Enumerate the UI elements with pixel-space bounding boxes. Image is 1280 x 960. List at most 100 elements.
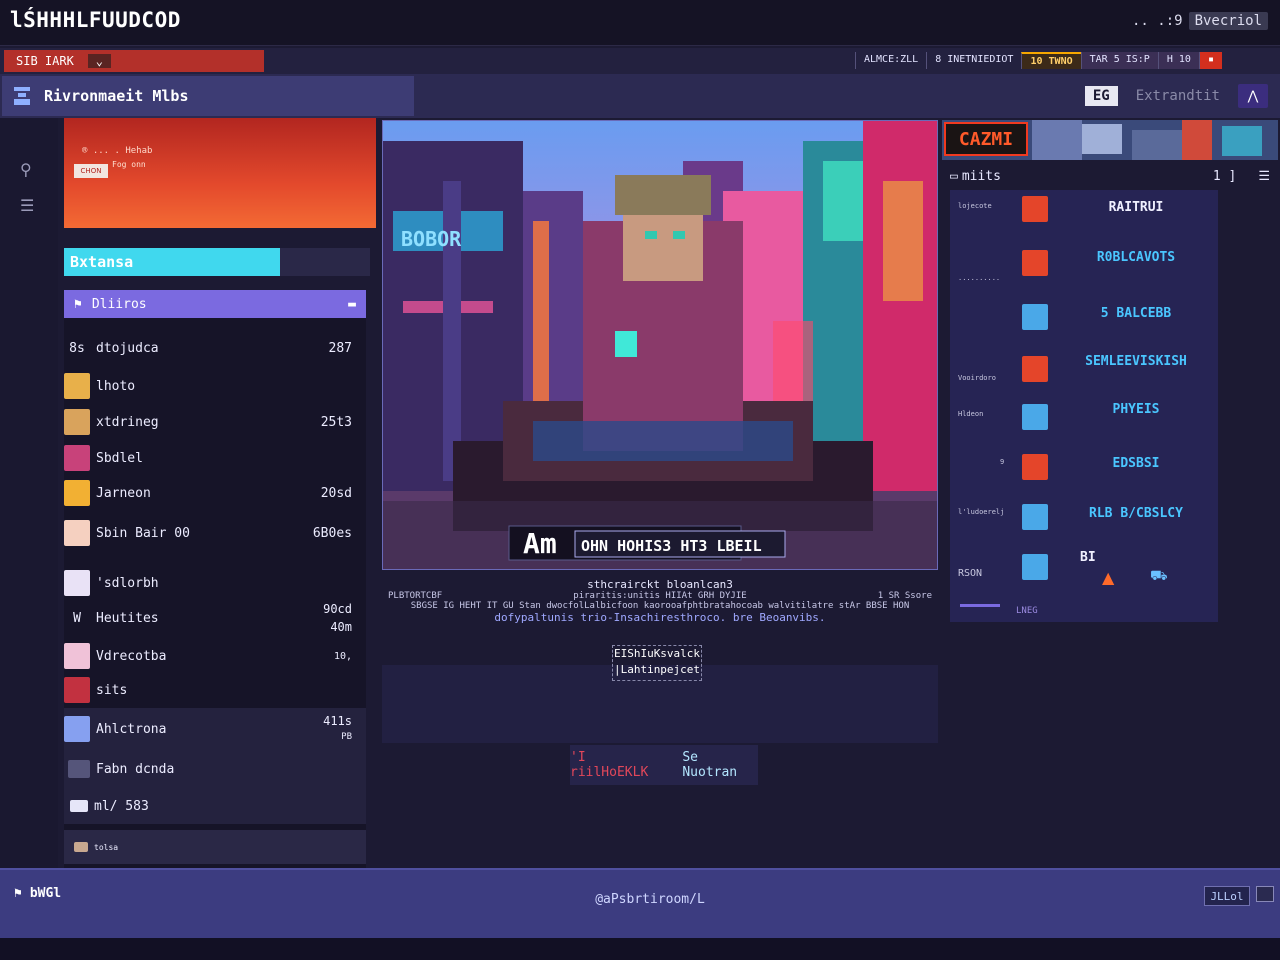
list-item[interactable]: Vooirdoro SEMLEEVISKISH (950, 350, 1218, 390)
brand-logo[interactable]: CAZMI (944, 122, 1028, 156)
list-item-label: Jarneon (96, 485, 151, 501)
tab-link-2[interactable]: 8 INETNIEDIOT (926, 52, 1021, 69)
flag-icon: ⚑ (74, 296, 82, 312)
list-item[interactable]: Sbdlel (64, 444, 366, 472)
footer-left-label: bWGl (29, 886, 62, 901)
caption-box[interactable]: EIShIuKsvalck |Lahtinpejcet (612, 645, 702, 681)
list-item-label: sits (96, 682, 128, 698)
list-item-label: Vdrecotba (96, 648, 167, 664)
list-item[interactable]: xtdrineg 25t3 (64, 408, 366, 436)
list-item[interactable]: Fabn dcnda (64, 750, 366, 788)
list-item-value: 287 (328, 340, 352, 356)
thumbnail-image (64, 480, 90, 506)
status-chip[interactable]: Bvecriol (1188, 12, 1268, 30)
thumbnail-image (64, 445, 90, 471)
tab-link-end[interactable]: ▪ (1198, 52, 1222, 69)
tab-active[interactable]: SIB IARK ⌄ (4, 50, 264, 72)
row-icon (1022, 250, 1048, 276)
list-item[interactable]: RSON BI ▲ ⛟ (950, 550, 1218, 610)
list-item[interactable]: lhoto (64, 372, 366, 400)
thumbnail-image (64, 409, 90, 435)
filter-icon[interactable]: ⚲ (20, 160, 32, 179)
row-icon (1022, 504, 1048, 530)
layers-icon[interactable]: ☰ (20, 196, 34, 215)
list-item[interactable]: Jarneon 20sd (64, 478, 366, 508)
list-item-prefix: W (73, 610, 81, 626)
promo-card[interactable] (64, 118, 376, 228)
row-sublabel: .......... (958, 274, 1001, 282)
thumbnail-image (64, 677, 90, 703)
status-text: .. .:9 (1131, 13, 1183, 29)
flag-icon: ⚑ (14, 886, 22, 901)
status-strip[interactable]: Bxtansa (64, 248, 280, 276)
thumbnail-image (64, 716, 90, 742)
main-artwork[interactable]: Am OHN HOHIS3 HT3 LBEIL BOBOR (382, 120, 938, 570)
tab-active-label: SIB IARK (16, 54, 74, 68)
thumbnail-image (64, 643, 90, 669)
list-item[interactable]: 5 BALCEBB (950, 300, 1218, 340)
promo-badge[interactable]: CHON (74, 164, 108, 178)
list-item[interactable]: Hldeon PHYEIS (950, 400, 1218, 440)
footer-left[interactable]: ⚑ bWGl (14, 886, 61, 901)
header-badge[interactable]: EG (1084, 86, 1118, 106)
action-button-1[interactable]: 'I riilHoEKLK (570, 750, 668, 780)
footer-link[interactable]: @aPsbrtiroom/L (560, 892, 740, 907)
section-header[interactable]: ⚑ Dliiros ▬ (64, 290, 366, 318)
thumbnail-image (74, 842, 88, 852)
action-button-2[interactable]: Se Nuotran (682, 750, 758, 780)
right-head-mid[interactable]: 1 ] (1213, 169, 1236, 184)
list-item[interactable]: Vdrecotba 10, (64, 642, 366, 670)
caption-line3: SBGSE IG HEHT IT GU Stan dwocfolLalbicfo… (410, 601, 910, 611)
list-item-label: Sbin Bair 00 (96, 525, 190, 541)
tab-link-4[interactable]: TAR 5 IS:P (1080, 52, 1158, 69)
row-sublabel: Hldeon (958, 410, 984, 418)
monitor-icon: ▭ (950, 168, 958, 184)
list-item[interactable]: 8s dtojudca 287 (64, 336, 366, 360)
list-item-value-secondary: 40m (330, 620, 352, 634)
header-user[interactable]: Extrandtit (1136, 88, 1220, 104)
window-icon[interactable] (1256, 886, 1274, 902)
list-item[interactable]: lojecote RAITRUI (950, 190, 1218, 230)
caption-mid: piraritis:unitis HIIAt GRH DYJIE (573, 591, 747, 601)
row-icon (1022, 356, 1048, 382)
app-title: lŚHHHLFUUDCOD (10, 8, 181, 32)
caption-line4[interactable]: dofypaltunis trio-Insachiresthroco. bre … (382, 611, 938, 624)
tab-link-3[interactable]: 10 TWNO (1021, 52, 1081, 69)
list-item-value: 10, (333, 650, 352, 662)
list-item[interactable]: tolsa (64, 830, 366, 864)
list-item-value-secondary: PB (341, 732, 352, 742)
caption-left: PLBTORTCBF (388, 591, 443, 601)
tab-link-5[interactable]: H 10 (1157, 52, 1199, 69)
list-item[interactable]: Sbin Bair 00 6B0es (64, 518, 366, 548)
list-item[interactable]: ml/ 583 (64, 788, 366, 824)
title-bar (0, 0, 1280, 46)
list-item-label: xtdrineg (96, 414, 159, 430)
list-icon[interactable]: ☰ (1258, 169, 1270, 184)
status-strip-track (280, 248, 370, 276)
tab-link-1[interactable]: ALMCE:ZLL (855, 52, 926, 69)
menu-button[interactable]: ⋀ (1238, 84, 1268, 108)
list-item[interactable]: 'sdlorbh (64, 568, 366, 598)
footer-button[interactable]: JLLol (1204, 886, 1250, 906)
left-rail (0, 118, 58, 868)
list-item-label: Sbdlel (96, 450, 143, 466)
list-item[interactable]: Ahlctrona 411s PB (64, 708, 366, 750)
collapse-icon[interactable]: ▬ (348, 297, 356, 312)
artwork-side-sign: BOBOR (401, 227, 462, 251)
chevron-down-icon[interactable]: ⌄ (87, 54, 112, 68)
caption-line1: sthcrairckt bloanlcan3 (587, 578, 733, 591)
list-item[interactable]: 9 EDSBSI (950, 452, 1218, 492)
list-item-value: 90cd (323, 602, 352, 616)
item-list: 8s dtojudca 287 lhoto xtdrineg 25t3 Sbdle… (64, 318, 366, 868)
row-sublabel: l'ludoerelj (958, 508, 1005, 516)
list-item-label: Heutites (96, 610, 159, 626)
row-icon (1022, 196, 1048, 222)
list-item[interactable]: sits (64, 676, 366, 704)
list-item[interactable]: l'ludoerelj RLB B/CBSLCY (950, 502, 1218, 542)
bottom-strip (0, 938, 1280, 960)
list-item[interactable]: .......... R0BLCAVOTS (950, 244, 1218, 284)
row-label: SEMLEEVISKISH (1085, 354, 1187, 369)
menu-icon: ⋀ (1247, 88, 1259, 104)
list-item[interactable]: W Heutites 90cd 40m (64, 600, 366, 636)
caption-right: 1 SR Ssore (877, 591, 932, 601)
